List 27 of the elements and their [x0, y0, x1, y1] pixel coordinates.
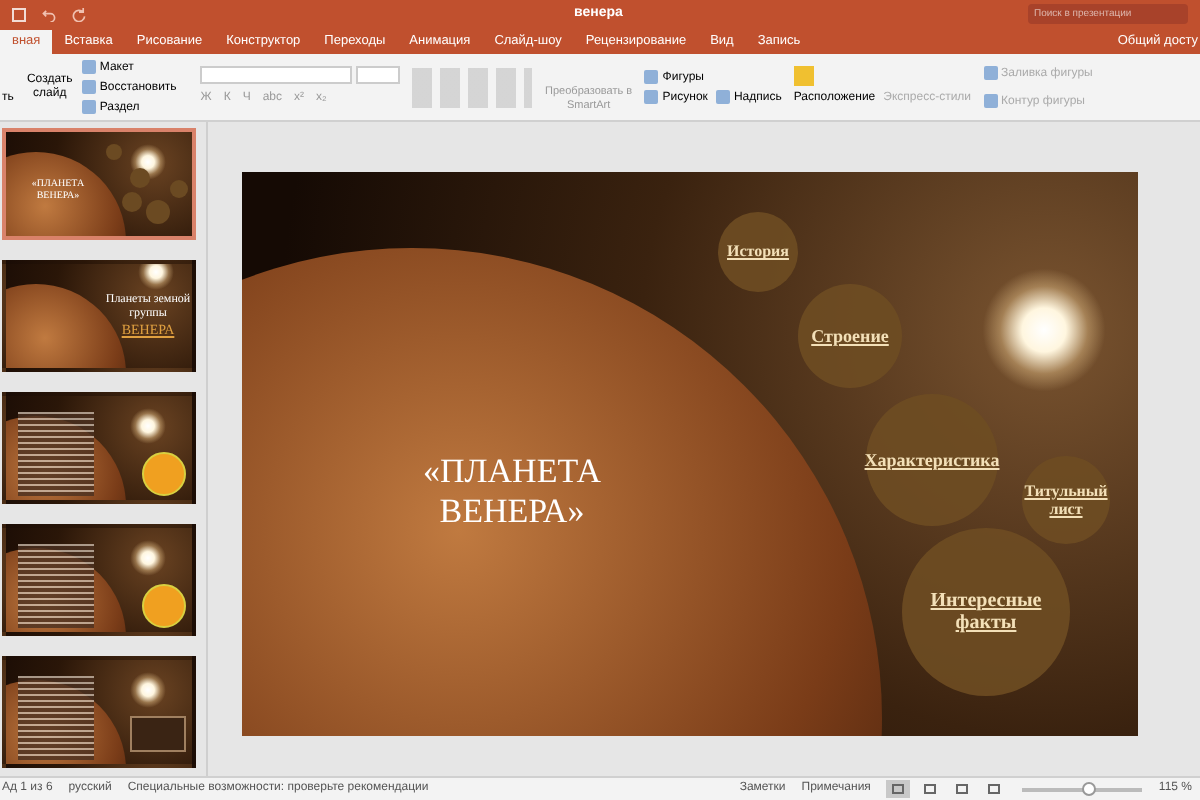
- view-icon: [924, 784, 937, 794]
- sun-glow: [138, 264, 174, 290]
- slide-thumbnail[interactable]: [2, 392, 196, 504]
- font-size-field[interactable]: [356, 66, 401, 84]
- view-icon: [892, 784, 905, 794]
- font-name-field[interactable]: [200, 66, 353, 84]
- text-block-drawing: [18, 412, 94, 496]
- slide-thumbnail[interactable]: [2, 656, 196, 768]
- zoom-slider-thumb[interactable]: [1082, 781, 1097, 795]
- sun-glow: [130, 672, 166, 708]
- navigation-link[interactable]: Интересные факты: [902, 528, 1070, 696]
- text-box-drawing: [130, 716, 186, 752]
- navigation-link[interactable]: Строение: [798, 284, 902, 388]
- view-icon: [988, 784, 1001, 794]
- view-icon: [956, 784, 969, 794]
- navigation-link[interactable]: История: [718, 212, 798, 292]
- sun-glow: [130, 540, 166, 576]
- navigation-link[interactable]: Титульный лист: [1022, 456, 1110, 544]
- navigation-link[interactable]: Характеристика: [866, 394, 998, 526]
- text-block-drawing: [18, 544, 94, 628]
- undo-icon[interactable]: [42, 7, 56, 21]
- slide-thumbnail[interactable]: [2, 524, 196, 636]
- slide-title: «ПЛАНЕТА ВЕНЕРА»: [420, 452, 604, 532]
- redo-icon[interactable]: [72, 7, 86, 21]
- sun-glow: [130, 408, 166, 444]
- view-button[interactable]: [886, 780, 911, 798]
- text-block-drawing: [18, 676, 94, 760]
